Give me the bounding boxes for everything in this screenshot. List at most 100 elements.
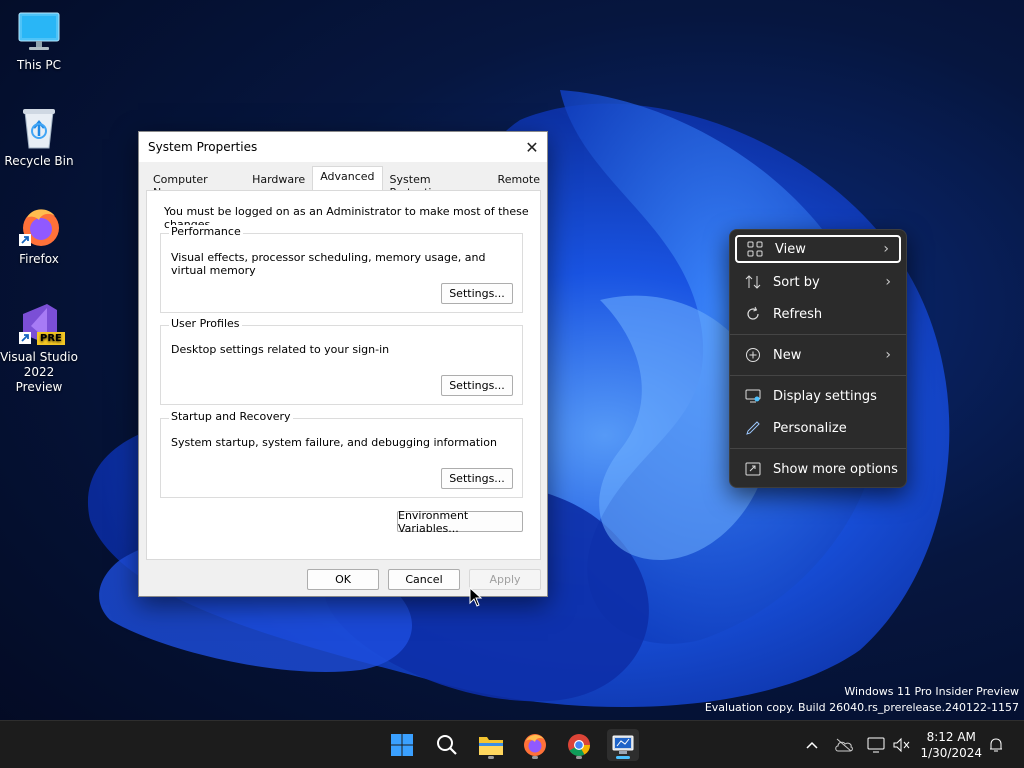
watermark-line1: Windows 11 Pro Insider Preview bbox=[844, 685, 1019, 698]
chevron-right-icon: › bbox=[885, 274, 891, 290]
onedrive-tray-button[interactable] bbox=[834, 735, 854, 755]
tab-computer-name[interactable]: Computer Name bbox=[146, 169, 245, 199]
monitor-icon bbox=[17, 10, 61, 54]
desktop-icon-firefox[interactable]: Firefox bbox=[0, 204, 78, 267]
menu-item-sort-by[interactable]: Sort by › bbox=[735, 268, 901, 296]
chrome-icon bbox=[568, 734, 590, 756]
menu-item-label: Display settings bbox=[773, 388, 877, 404]
menu-item-personalize[interactable]: Personalize bbox=[735, 414, 901, 442]
search-button[interactable] bbox=[431, 729, 463, 761]
group-label: Startup and Recovery bbox=[169, 410, 293, 423]
onedrive-icon bbox=[835, 738, 853, 752]
desktop-icon-label-line1: Visual Studio bbox=[0, 350, 78, 364]
visual-studio-preview-icon: PRE bbox=[17, 302, 65, 346]
network-tray-button[interactable] bbox=[866, 735, 886, 755]
dialog-title: System Properties bbox=[148, 140, 258, 154]
sort-icon bbox=[743, 272, 763, 292]
close-button[interactable]: ✕ bbox=[517, 132, 547, 162]
menu-separator bbox=[730, 448, 906, 449]
group-description: Desktop settings related to your sign-in bbox=[171, 343, 390, 356]
menu-item-label: View bbox=[775, 241, 806, 257]
running-indicator bbox=[488, 756, 494, 759]
display-icon bbox=[867, 737, 885, 753]
tab-strip: Computer Name Hardware Advanced System P… bbox=[146, 166, 547, 199]
running-indicator bbox=[532, 756, 538, 759]
menu-item-label: Personalize bbox=[773, 420, 847, 436]
desktop-icon-label: Firefox bbox=[19, 252, 59, 266]
start-icon bbox=[391, 734, 413, 756]
group-description: Visual effects, processor scheduling, me… bbox=[171, 251, 486, 277]
tab-advanced[interactable]: Advanced bbox=[312, 166, 383, 191]
desktop-icon-visual-studio-preview[interactable]: PRE Visual Studio 2022 Preview bbox=[0, 302, 78, 395]
advanced-tab-panel: You must be logged on as an Administrato… bbox=[146, 190, 541, 560]
pen-icon bbox=[743, 418, 763, 438]
clock-time: 8:12 AM bbox=[926, 730, 976, 744]
tab-system-protection[interactable]: System Protection bbox=[383, 169, 491, 199]
environment-variables-button[interactable]: Environment Variables... bbox=[397, 509, 523, 535]
system-properties-taskbar-button[interactable] bbox=[607, 729, 639, 761]
group-label: Performance bbox=[169, 225, 243, 238]
menu-item-label: Refresh bbox=[773, 306, 823, 322]
active-window-indicator bbox=[616, 756, 630, 759]
desktop-context-menu: View › Sort by › Refresh New › Display s… bbox=[729, 229, 907, 488]
ok-button[interactable]: OK bbox=[307, 569, 379, 590]
firefox-icon bbox=[17, 204, 61, 248]
chevron-right-icon: › bbox=[885, 347, 891, 363]
firefox-taskbar-button[interactable] bbox=[519, 729, 551, 761]
system-properties-dialog: System Properties ✕ Computer Name Hardwa… bbox=[138, 131, 548, 597]
running-indicator bbox=[576, 756, 582, 759]
plus-circle-icon bbox=[743, 345, 763, 365]
performance-settings-button[interactable]: Settings... bbox=[441, 283, 513, 304]
notification-bell-icon bbox=[990, 738, 1002, 752]
chrome-taskbar-button[interactable] bbox=[563, 729, 595, 761]
tab-hardware[interactable]: Hardware bbox=[245, 169, 312, 191]
grid-icon bbox=[745, 239, 765, 259]
mouse-cursor-icon bbox=[469, 586, 483, 611]
system-properties-icon bbox=[612, 735, 634, 754]
chevron-up-icon bbox=[806, 741, 818, 749]
chevron-right-icon: › bbox=[883, 241, 889, 257]
watermark-line2: Evaluation copy. Build 26040.rs_prerelea… bbox=[704, 701, 1019, 714]
group-description: System startup, system failure, and debu… bbox=[171, 436, 497, 449]
menu-item-label: Show more options bbox=[773, 461, 898, 477]
cancel-button[interactable]: Cancel bbox=[388, 569, 460, 590]
desktop-icon-recycle-bin[interactable]: Recycle Bin bbox=[0, 106, 78, 169]
recycle-bin-icon bbox=[17, 106, 61, 150]
menu-item-view[interactable]: View › bbox=[735, 235, 901, 263]
show-more-options-icon bbox=[743, 459, 763, 479]
group-label: User Profiles bbox=[169, 317, 242, 330]
search-icon bbox=[437, 735, 457, 755]
performance-group: Performance Visual effects, processor sc… bbox=[160, 225, 523, 313]
user-profiles-settings-button[interactable]: Settings... bbox=[441, 375, 513, 396]
menu-item-label: Sort by bbox=[773, 274, 820, 290]
desktop-icon-label-line2: 2022 Preview bbox=[15, 365, 63, 394]
firefox-icon bbox=[524, 734, 546, 756]
volume-muted-icon bbox=[893, 737, 910, 753]
clock-date: 1/30/2024 bbox=[920, 746, 982, 760]
menu-item-label: New bbox=[773, 347, 802, 363]
preview-badge: PRE bbox=[37, 332, 65, 345]
file-explorer-icon bbox=[479, 737, 503, 755]
evaluation-watermark: Windows 11 Pro Insider Preview Evaluatio… bbox=[705, 684, 1019, 716]
refresh-icon bbox=[743, 304, 763, 324]
dialog-titlebar[interactable]: System Properties ✕ bbox=[139, 132, 547, 162]
desktop-icon-label: Recycle Bin bbox=[4, 154, 74, 168]
menu-item-new[interactable]: New › bbox=[735, 341, 901, 369]
volume-tray-button[interactable] bbox=[891, 735, 911, 755]
menu-separator bbox=[730, 375, 906, 376]
close-icon: ✕ bbox=[525, 137, 539, 157]
startup-recovery-settings-button[interactable]: Settings... bbox=[441, 468, 513, 489]
menu-item-refresh[interactable]: Refresh bbox=[735, 300, 901, 328]
menu-item-show-more-options[interactable]: Show more options bbox=[735, 455, 901, 483]
taskbar-clock[interactable]: 8:12 AM 1/30/2024 bbox=[920, 729, 982, 761]
startup-recovery-group: Startup and Recovery System startup, sys… bbox=[160, 410, 523, 498]
tab-remote[interactable]: Remote bbox=[491, 169, 547, 191]
user-profiles-group: User Profiles Desktop settings related t… bbox=[160, 317, 523, 405]
file-explorer-button[interactable] bbox=[475, 729, 507, 761]
desktop-icon-this-pc[interactable]: This PC bbox=[0, 10, 78, 73]
show-hidden-icons-button[interactable] bbox=[802, 735, 822, 755]
desktop-icon-label: This PC bbox=[17, 58, 61, 72]
menu-item-display-settings[interactable]: Display settings bbox=[735, 382, 901, 410]
start-button[interactable] bbox=[386, 729, 418, 761]
notification-center-button[interactable] bbox=[986, 735, 1006, 755]
